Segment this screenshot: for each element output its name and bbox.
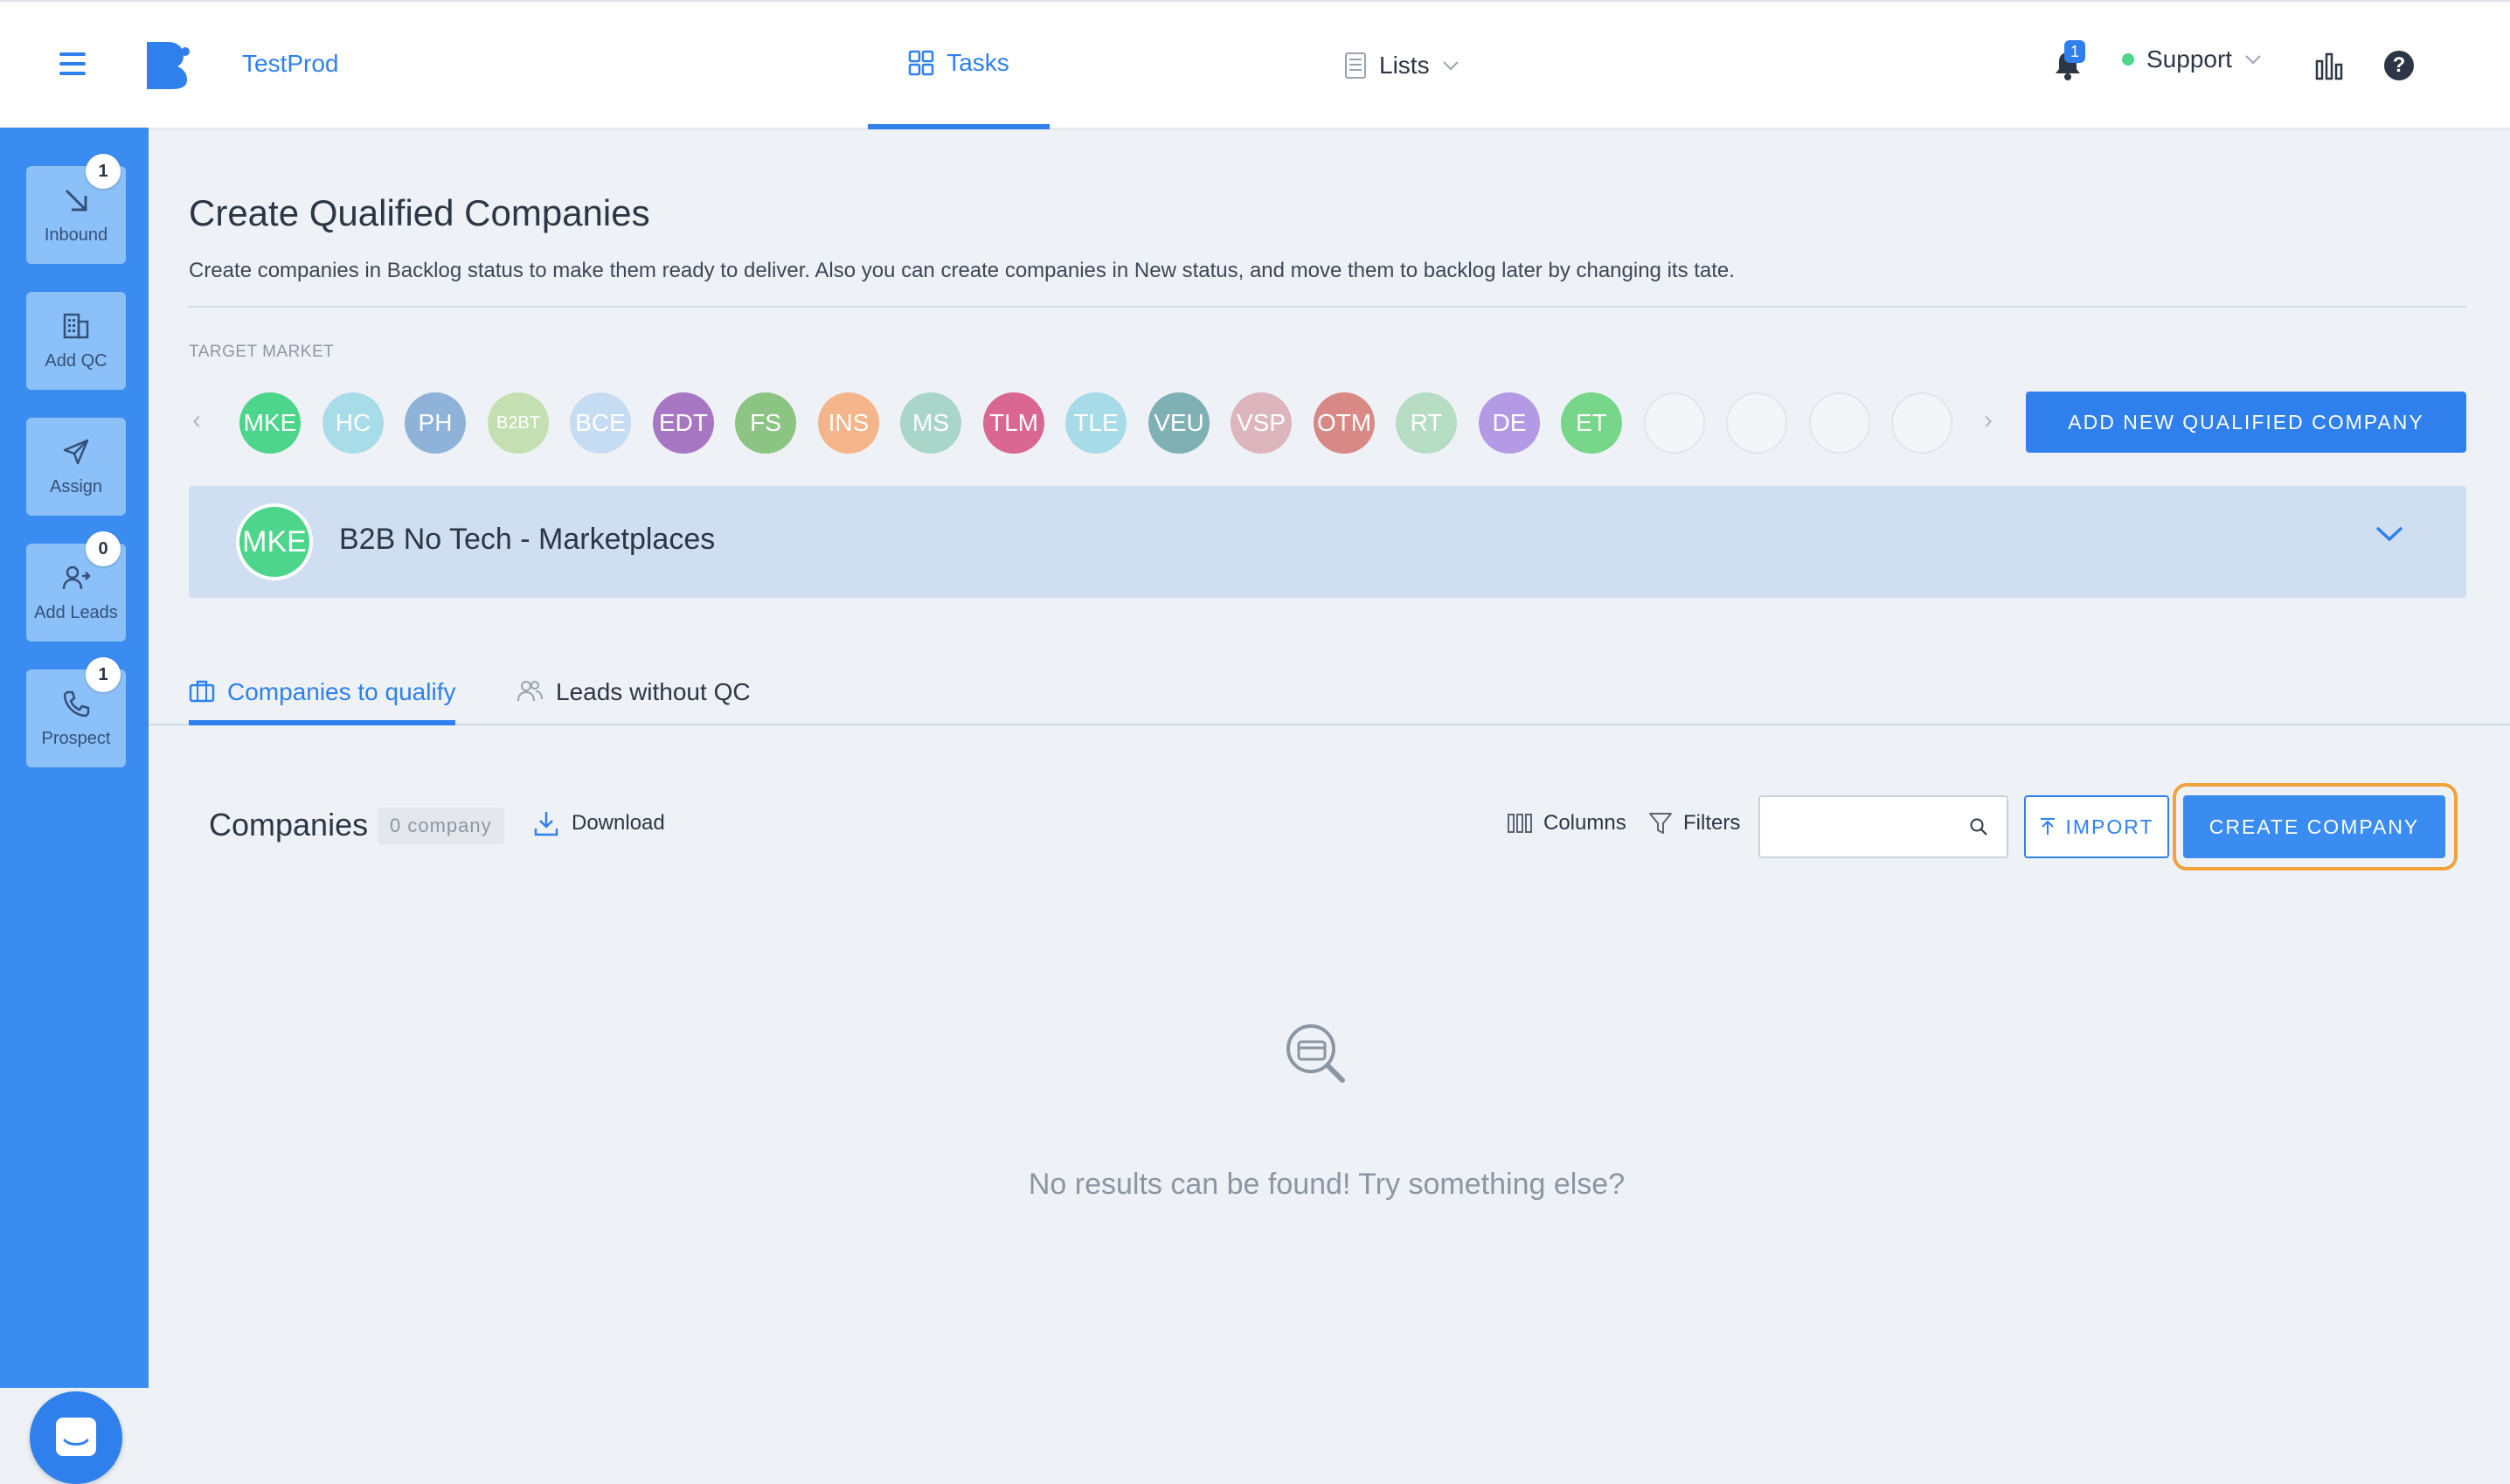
- selected-market-bar[interactable]: MKE B2B No Tech - Marketplaces: [189, 486, 2466, 598]
- target-market-avatar[interactable]: MS: [900, 392, 961, 454]
- arrow-down-right-icon: [65, 189, 87, 211]
- target-market-avatar[interactable]: INS: [818, 392, 879, 454]
- selected-market-name: B2B No Tech - Marketplaces: [339, 523, 716, 556]
- download-label: Download: [572, 811, 665, 835]
- search-field[interactable]: [1758, 795, 2008, 858]
- target-market-avatar[interactable]: MKE: [239, 392, 301, 454]
- page-description: Create companies in Backlog status to ma…: [189, 259, 1735, 282]
- create-company-button[interactable]: CREATE COMPANY: [2183, 795, 2445, 858]
- target-market-avatar[interactable]: OTM: [1314, 392, 1375, 454]
- phone-icon: [63, 690, 90, 717]
- search-input[interactable]: [1771, 808, 1963, 846]
- notification-badge: 1: [2064, 40, 2085, 63]
- empty-market-slot: [1809, 392, 1870, 454]
- chevron-down-icon[interactable]: [2374, 523, 2405, 544]
- target-market-avatar[interactable]: PH: [405, 392, 466, 454]
- add-leads-badge: 0: [86, 531, 121, 566]
- prospect-badge: 1: [86, 657, 121, 692]
- sidebar-item-label: Add Leads: [34, 602, 118, 622]
- add-qualified-company-button[interactable]: ADD NEW QUALIFIED COMPANY: [2026, 392, 2466, 453]
- download-button[interactable]: Download: [533, 809, 665, 837]
- top-bar: TestProd Tasks Lists 1 Support ?: [0, 0, 2510, 129]
- filter-icon: [1649, 813, 1672, 834]
- columns-icon: [1508, 814, 1532, 833]
- empty-market-slot: [1644, 392, 1705, 454]
- tab-leads-without-qc[interactable]: Leads without QC: [516, 678, 751, 725]
- target-market-avatar[interactable]: HC: [322, 392, 384, 454]
- chevron-down-icon: [2245, 55, 2261, 65]
- target-market-avatar[interactable]: TLM: [983, 392, 1044, 454]
- add-user-icon: [62, 565, 91, 589]
- import-label: IMPORT: [2065, 815, 2154, 838]
- sidebar-item-label: Prospect: [41, 728, 111, 748]
- companies-heading: Companies: [209, 807, 369, 843]
- target-market-avatar[interactable]: BCE: [570, 392, 631, 454]
- search-icon: [1970, 818, 1987, 836]
- chat-icon: [56, 1418, 96, 1456]
- target-market-avatar[interactable]: VSP: [1231, 392, 1292, 454]
- help-icon[interactable]: ?: [2384, 51, 2414, 80]
- target-market-avatar[interactable]: B2BT: [488, 392, 549, 454]
- carousel-next-icon[interactable]: ›: [1984, 406, 1993, 435]
- empty-market-slot: [1726, 392, 1787, 454]
- target-market-avatar[interactable]: DE: [1479, 392, 1540, 454]
- chat-launcher[interactable]: [30, 1391, 122, 1484]
- target-market-avatar[interactable]: FS: [735, 392, 796, 454]
- send-icon: [63, 439, 89, 464]
- upload-icon: [2041, 818, 2056, 835]
- filters-label: Filters: [1683, 811, 1741, 835]
- target-market-avatar[interactable]: EDT: [653, 392, 714, 454]
- empty-state-message: No results can be found! Try something e…: [1028, 1168, 1626, 1201]
- selected-market-avatar: MKE: [236, 503, 313, 580]
- sidebar-item-label: Inbound: [44, 225, 108, 245]
- target-market-avatar[interactable]: RT: [1396, 392, 1457, 454]
- target-market-avatar[interactable]: TLE: [1065, 392, 1127, 454]
- content-tabs: Companies to qualify Leads without QC: [149, 664, 2510, 725]
- building-icon: [63, 313, 89, 338]
- divider: [189, 306, 2466, 308]
- sidebar-item-label: Assign: [49, 476, 103, 496]
- filters-button[interactable]: Filters: [1648, 811, 1740, 836]
- company-count-badge: 0 company: [378, 808, 504, 844]
- support-menu[interactable]: Support: [2122, 45, 2262, 73]
- target-market-label: TARGET MARKET: [189, 343, 335, 361]
- grid-icon: [908, 50, 934, 76]
- tab-companies-to-qualify[interactable]: Companies to qualify: [189, 678, 456, 725]
- tab-label: Leads without QC: [556, 678, 751, 705]
- brand-name[interactable]: TestProd: [242, 50, 339, 78]
- users-icon: [517, 681, 543, 702]
- nav-tab-tasks-label: Tasks: [946, 49, 1009, 76]
- sidebar-item-assign[interactable]: Assign: [26, 418, 126, 516]
- target-market-avatar[interactable]: VEU: [1148, 392, 1210, 454]
- target-market-avatar[interactable]: ET: [1561, 392, 1622, 454]
- sidebar-item-label: Add QC: [45, 350, 107, 371]
- list-icon: [1345, 52, 1366, 79]
- page-title: Create Qualified Companies: [189, 192, 650, 233]
- sidebar-item-add-qc[interactable]: Add QC: [26, 292, 126, 390]
- bar-chart-icon[interactable]: [2314, 51, 2344, 80]
- chevron-down-icon: [1442, 61, 1459, 71]
- inbound-badge: 1: [86, 154, 121, 189]
- status-dot: [2122, 53, 2134, 66]
- brand-logo: [147, 42, 190, 89]
- briefcase-icon: [189, 680, 215, 703]
- columns-button[interactable]: Columns: [1507, 811, 1626, 836]
- support-label: Support: [2146, 45, 2233, 73]
- nav-tab-lists-label: Lists: [1379, 52, 1430, 79]
- import-button[interactable]: IMPORT: [2024, 795, 2169, 858]
- no-results-icon: [1286, 1024, 1345, 1083]
- empty-market-slot: [1891, 392, 1952, 454]
- carousel-prev-icon[interactable]: ‹: [192, 406, 201, 435]
- columns-label: Columns: [1543, 811, 1626, 835]
- menu-icon[interactable]: [59, 52, 86, 75]
- download-icon: [534, 812, 558, 836]
- nav-tab-lists[interactable]: Lists: [1344, 2, 1460, 129]
- tab-label: Companies to qualify: [227, 678, 456, 705]
- nav-tab-tasks[interactable]: Tasks: [868, 2, 1050, 129]
